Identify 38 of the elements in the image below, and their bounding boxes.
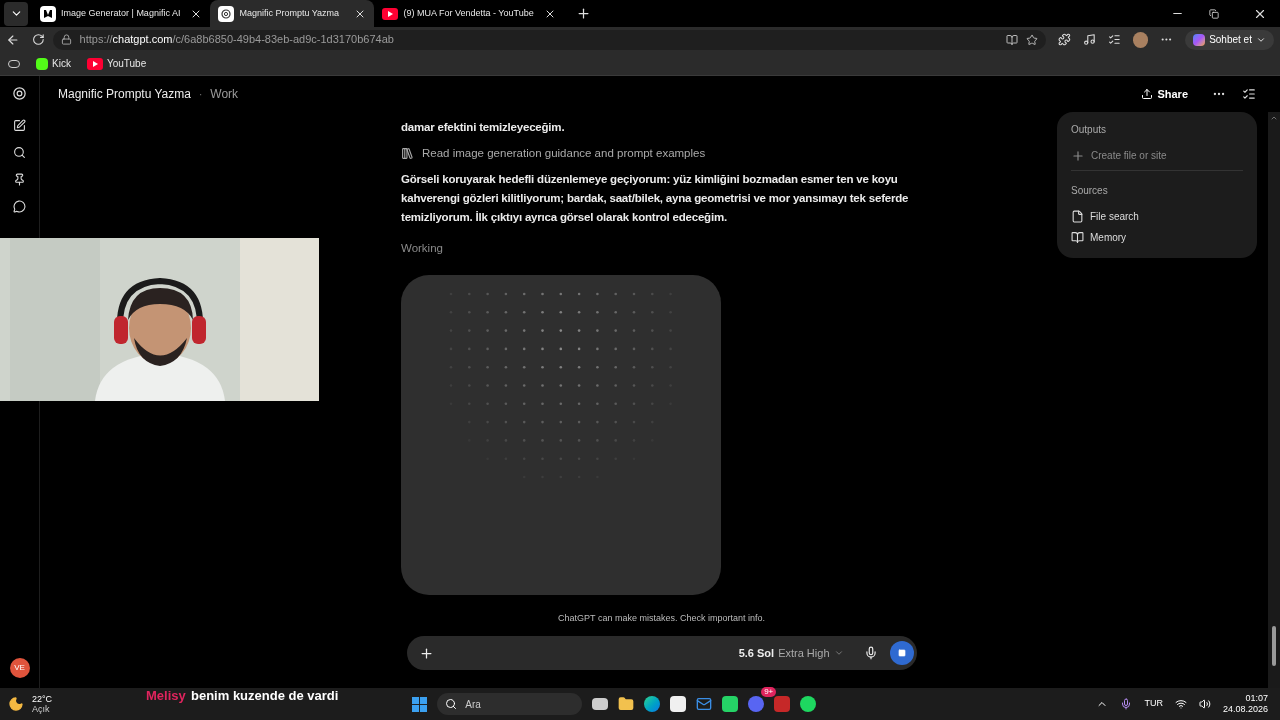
taskbar-search-field[interactable]: Ara [437, 693, 583, 715]
tool-activity-text: Read image generation guidance and prompt examples [422, 146, 706, 161]
share-button[interactable]: Share [1141, 85, 1188, 103]
copilot-label: Sohbet et [1209, 33, 1252, 47]
disclaimer-text: ChatGPT can make mistakes. Check important info. [558, 611, 765, 625]
browser-tab[interactable]: Magnific Promptu Yazma [210, 0, 375, 27]
section-title: Outputs [1071, 123, 1108, 137]
url-text: https://chatgpt.com/c/6a8b6850-49b4-83eb-ad9c-1d3170b674ab [79, 32, 394, 48]
tab-title: Magnific Promptu Yazma [239, 6, 340, 20]
bookmark-link[interactable]: Kick [36, 56, 71, 71]
panel-item[interactable]: Create file or site [1071, 145, 1243, 166]
temperature-text: 22°C [32, 694, 53, 704]
address-field[interactable]: https://chatgpt.com/c/6a8b6850-49b4-83eb-ad9c-1d3170b674ab [52, 29, 1047, 50]
model-name: 5.6 Sol [738, 645, 775, 661]
chat-username: Melisy [146, 687, 186, 705]
model-selector[interactable]: 5.6 Sol Extra High [738, 644, 844, 662]
message-text: Görseli koruyarak hedefli düzenlemeye geçiyorum: yüz kimliğini bozmadan esmer ten ve koyu kahverengi gözleri kilitliyorum; bardak, saat/bilek, ayna geometrisi ve mor yansımayı tek seferde temizliyorum. İlk çıktıyı ayrıca görsel olarak kontrol edeceğim. [401, 172, 910, 226]
clock-date[interactable]: 24.08.2026 [1222, 704, 1268, 715]
bookmark-link[interactable]: YouTube [86, 56, 147, 71]
message-text: damar efektini temizleyeceğim. [401, 120, 566, 135]
user-avatar[interactable]: VE [9, 658, 30, 678]
status-text: Working [401, 242, 443, 255]
message-composer[interactable]: 5.6 Sol Extra High [406, 636, 917, 670]
separator-dot: · [198, 87, 203, 102]
weather-text: Açık [32, 704, 51, 714]
language-indicator[interactable]: TUR [1144, 697, 1163, 711]
notification-badge: 9+ [761, 687, 777, 697]
section-title: Sources [1071, 184, 1109, 198]
chat-message: benim kuzende de vardi [191, 687, 339, 705]
panel-item[interactable]: Memory [1071, 227, 1243, 248]
project-label[interactable]: Work [210, 85, 239, 103]
panel-item[interactable]: File search [1071, 206, 1243, 227]
clock-time[interactable]: 01:07 [1245, 693, 1268, 704]
copilot-button[interactable]: Sohbet et [1185, 29, 1274, 50]
tab-title: (9) MUA For Vendetta - YouTube [403, 6, 534, 20]
effort-label: Extra High [778, 645, 830, 661]
tab-title: Image Generator | Magnific AI [61, 6, 181, 20]
chat-title: Magnific Promptu Yazma [58, 86, 191, 103]
